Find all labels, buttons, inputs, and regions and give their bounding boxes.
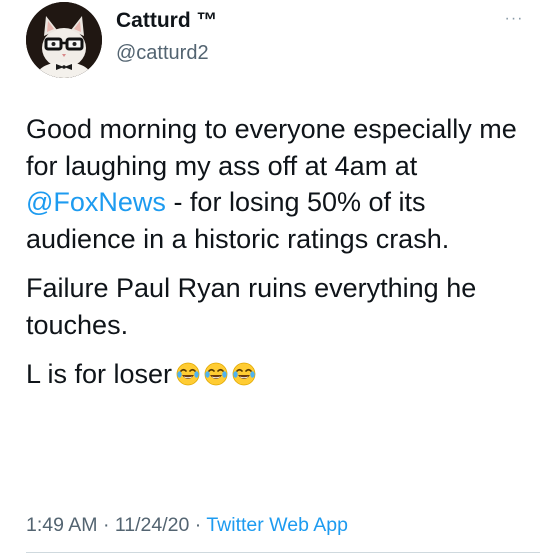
user-handle[interactable]: @catturd2 bbox=[116, 40, 218, 66]
mention-link[interactable]: @FoxNews bbox=[26, 187, 166, 217]
tears-of-joy-emoji-icon bbox=[232, 362, 256, 386]
tears-of-joy-emoji-icon bbox=[176, 362, 200, 386]
tweet-text-segment: Good morning to everyone especially me f… bbox=[26, 114, 517, 181]
tweet-card: Catturd ™ @catturd2 ··· Good morning to … bbox=[0, 0, 540, 560]
tweet-source-link[interactable]: Twitter Web App bbox=[206, 514, 348, 536]
tweet-text: Good morning to everyone especially me f… bbox=[26, 111, 526, 406]
tweet-time[interactable]: 1:49 AM bbox=[26, 514, 98, 536]
avatar[interactable] bbox=[26, 2, 102, 78]
tears-of-joy-emoji-icon bbox=[204, 362, 228, 386]
tweet-paragraph-1: Good morning to everyone especially me f… bbox=[26, 111, 526, 257]
meta-separator: · bbox=[97, 514, 115, 536]
meta-separator: · bbox=[189, 514, 207, 536]
tweet-date[interactable]: 11/24/20 bbox=[115, 514, 189, 536]
author-names: Catturd ™ @catturd2 bbox=[116, 8, 218, 66]
display-name[interactable]: Catturd ™ bbox=[116, 8, 218, 34]
tweet-paragraph-3: L is for loser bbox=[26, 356, 526, 393]
tweet-header: Catturd ™ @catturd2 ··· bbox=[26, 0, 526, 80]
divider bbox=[26, 552, 540, 553]
tweet-meta: 1:49 AM · 11/24/20 · Twitter Web App bbox=[26, 512, 348, 538]
more-options-icon[interactable]: ··· bbox=[502, 11, 526, 28]
tweet-paragraph-2: Failure Paul Ryan ruins everything he to… bbox=[26, 273, 477, 340]
cat-with-glasses-avatar-icon bbox=[26, 2, 102, 78]
tweet-text-segment: L is for loser bbox=[26, 359, 173, 389]
